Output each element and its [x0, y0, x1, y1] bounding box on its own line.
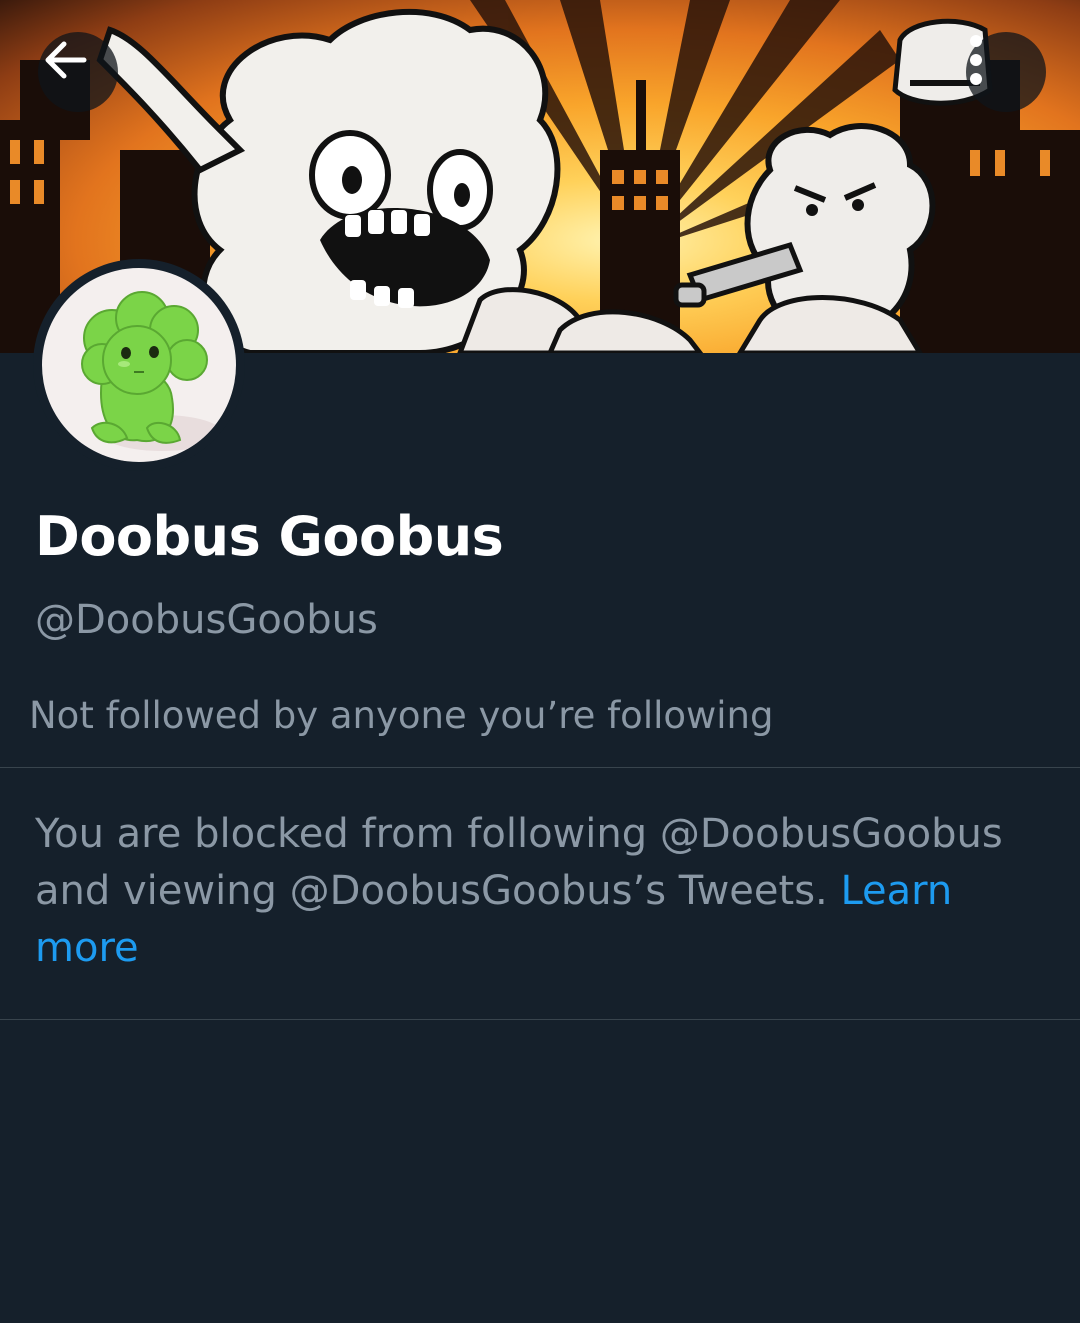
arrow-left-icon — [45, 41, 87, 79]
profile-handle: @DoobusGoobus — [35, 597, 378, 643]
followers-you-know-note: Not followed by anyone you’re following — [29, 694, 774, 737]
divider — [0, 1019, 1080, 1020]
blocked-notice: You are blocked from following @DoobusGo… — [35, 806, 1035, 977]
back-button[interactable] — [38, 32, 118, 112]
more-vertical-icon — [970, 35, 982, 85]
avatar-image — [81, 291, 222, 451]
divider — [0, 767, 1080, 768]
avatar[interactable] — [42, 268, 236, 462]
profile-display-name: Doobus Goobus — [35, 505, 504, 568]
more-options-button[interactable] — [966, 32, 1046, 112]
